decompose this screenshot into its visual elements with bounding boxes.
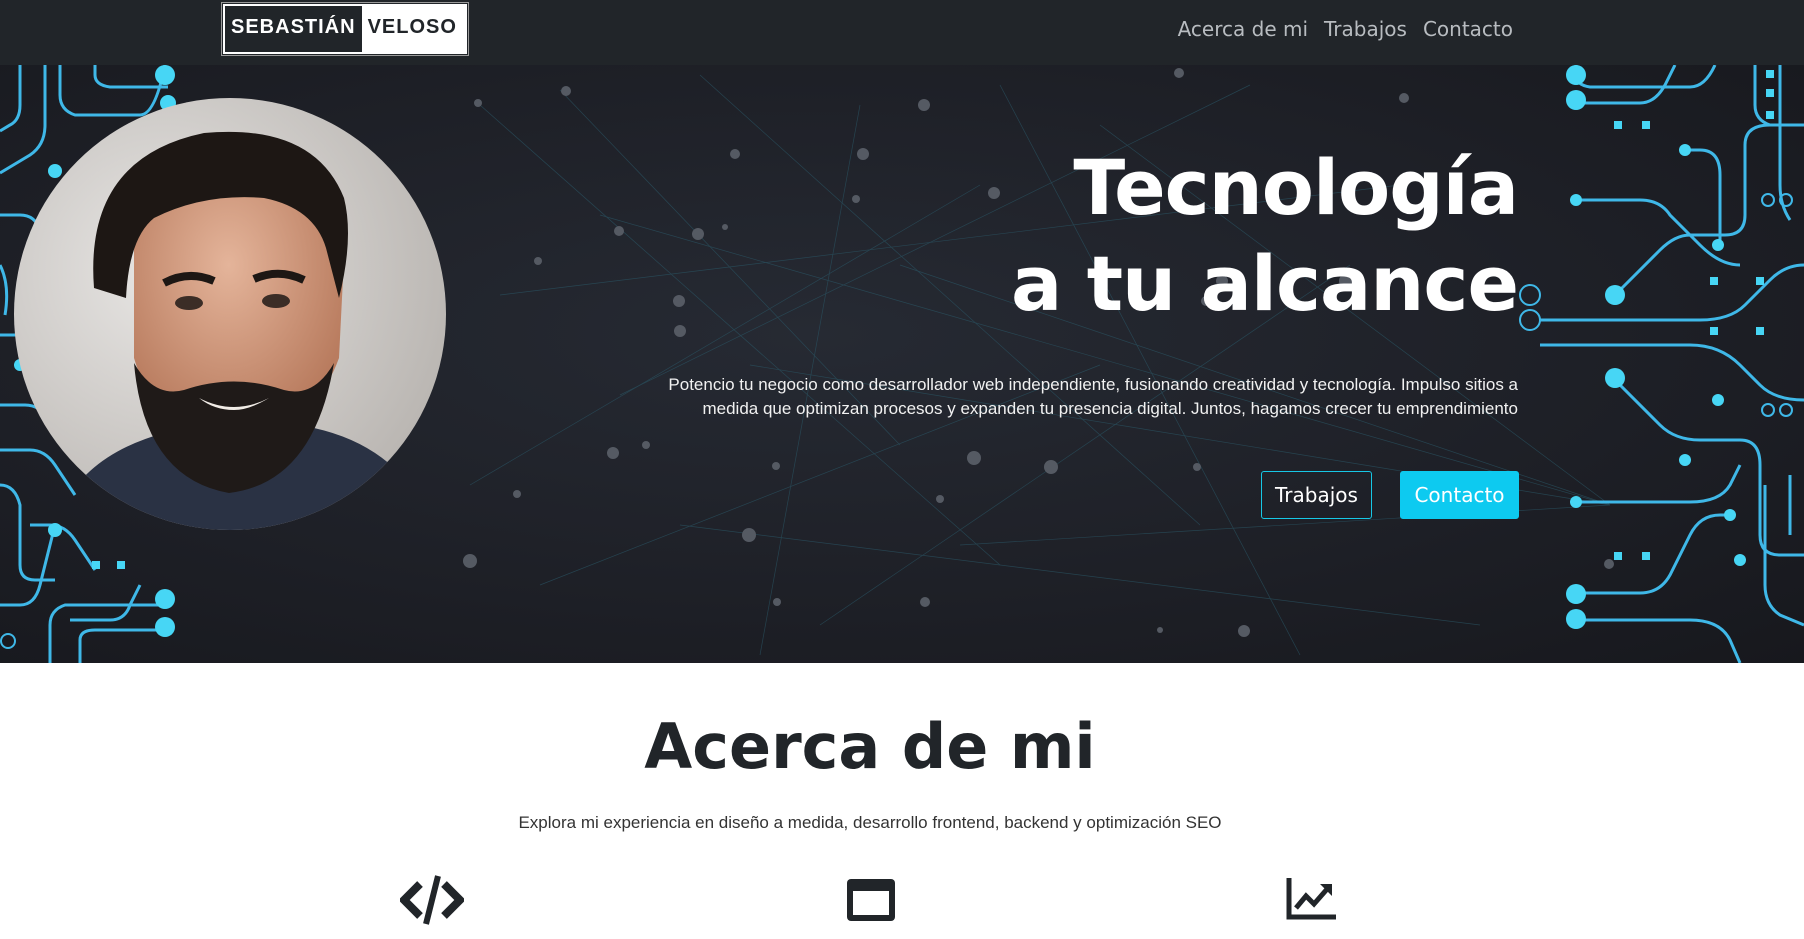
brand-logo[interactable]: SEBASTIÁN VELOSO [223, 4, 467, 54]
logo-first-name: SEBASTIÁN [225, 6, 362, 52]
hero-subtitle: Potencio tu negocio como desarrollador w… [668, 373, 1518, 421]
code-icon [400, 875, 464, 925]
right-circuit-nodes [1566, 65, 1774, 629]
about-title: Acerca de mi [644, 710, 1096, 783]
chart-line-icon [1286, 878, 1336, 920]
browser-window-icon [847, 879, 895, 921]
hero-title-line1: Tecnología [1073, 143, 1519, 232]
nav-links: Acerca de mi Trabajos Contacto [1178, 0, 1513, 58]
hero-subtitle-line1: Potencio tu negocio como desarrollador w… [668, 375, 1518, 394]
nav-link-about[interactable]: Acerca de mi [1178, 17, 1308, 41]
portrait-photo [14, 98, 446, 530]
about-subtitle: Explora mi experiencia en diseño a medid… [518, 813, 1222, 832]
hero-subtitle-line2: medida que optimizan procesos y expanden… [702, 399, 1518, 418]
logo-last-name: VELOSO [361, 6, 465, 52]
hero-title-line2: a tu alcance [1010, 239, 1519, 328]
contact-button[interactable]: Contacto [1400, 471, 1519, 519]
nav-link-works[interactable]: Trabajos [1324, 17, 1407, 41]
navbar: SEBASTIÁN VELOSO Acerca de mi Trabajos C… [0, 0, 1804, 65]
right-circuit-rings [1519, 193, 1793, 417]
works-button[interactable]: Trabajos [1261, 471, 1372, 519]
nav-link-contact[interactable]: Contacto [1423, 17, 1513, 41]
hero-section: Tecnología a tu alcance Potencio tu nego… [0, 65, 1804, 663]
avatar [14, 98, 446, 530]
hero-title: Tecnología a tu alcance [1010, 140, 1519, 332]
right-circuit [1540, 65, 1804, 663]
